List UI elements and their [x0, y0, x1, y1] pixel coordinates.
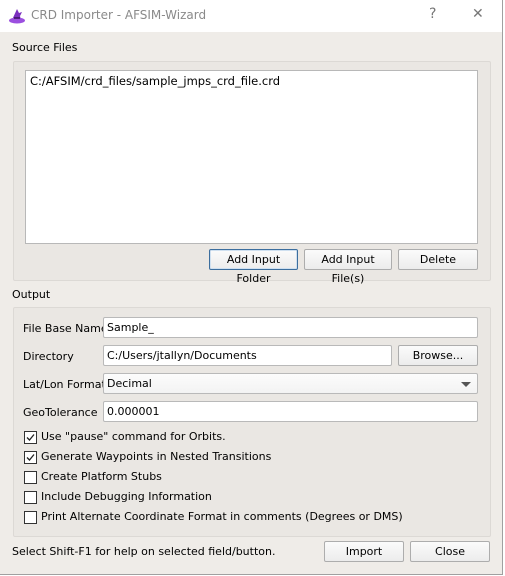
title-bar: CRD Importer - AFSIM-Wizard ? ✕ — [0, 0, 502, 32]
latlon-format-select[interactable]: Decimal — [103, 373, 478, 394]
source-files-heading: Source Files — [12, 41, 78, 54]
checkbox-label: Print Alternate Coordinate Format in com… — [41, 510, 403, 523]
latlon-format-value: Decimal — [107, 377, 152, 390]
checkmark-icon — [26, 434, 35, 441]
file-base-name-input[interactable]: Sample_ — [103, 317, 478, 338]
help-button[interactable]: ? — [429, 6, 436, 22]
browse-button[interactable]: Browse... — [398, 345, 478, 366]
checkmark-icon — [26, 454, 35, 461]
add-input-files-button[interactable]: Add Input File(s) — [304, 249, 392, 285]
checkbox[interactable] — [24, 491, 37, 504]
geotolerance-input[interactable]: 0.000001 — [103, 401, 478, 422]
chevron-down-icon — [461, 382, 471, 387]
window-title: CRD Importer - AFSIM-Wizard — [31, 8, 207, 22]
geotolerance-label: GeoTolerance — [23, 406, 98, 419]
checkbox[interactable] — [24, 511, 37, 524]
checkbox-label: Generate Waypoints in Nested Transitions — [41, 450, 272, 463]
list-item[interactable]: C:/AFSIM/crd_files/sample_jmps_crd_file.… — [30, 74, 280, 88]
latlon-format-label: Lat/Lon Format — [23, 378, 106, 391]
directory-label: Directory — [23, 350, 74, 363]
wizard-hat-icon — [8, 7, 26, 28]
source-files-list[interactable]: C:/AFSIM/crd_files/sample_jmps_crd_file.… — [25, 70, 478, 244]
help-hint-text: Select Shift-F1 for help on selected fie… — [12, 545, 276, 558]
checkbox-label: Create Platform Stubs — [41, 470, 162, 483]
crd-importer-dialog: CRD Importer - AFSIM-Wizard ? ✕ Source F… — [0, 0, 503, 575]
output-heading: Output — [12, 288, 51, 301]
directory-input[interactable]: C:/Users/jtallyn/Documents — [103, 345, 392, 366]
checkbox-label: Use "pause" command for Orbits. — [41, 430, 226, 443]
checkbox[interactable] — [24, 471, 37, 484]
file-base-name-label: File Base Name — [23, 322, 108, 335]
checkbox[interactable] — [24, 431, 37, 444]
close-window-button[interactable]: ✕ — [472, 6, 484, 22]
close-button[interactable]: Close — [410, 541, 490, 562]
checkbox-label: Include Debugging Information — [41, 490, 212, 503]
delete-button[interactable]: Delete — [398, 249, 478, 270]
checkbox[interactable] — [24, 451, 37, 464]
add-input-folder-button[interactable]: Add Input Folder — [209, 249, 298, 285]
import-button[interactable]: Import — [324, 541, 404, 562]
